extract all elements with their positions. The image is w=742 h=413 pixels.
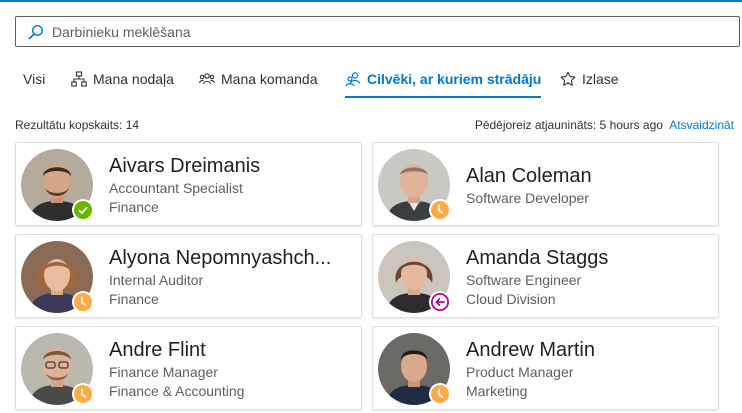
presence-badge: [72, 199, 94, 221]
person-info: Aivars Dreimanis Accountant Specialist F…: [109, 153, 349, 217]
away-status-icon: [74, 293, 92, 311]
org-chart-icon: [71, 71, 87, 87]
out-of-office-status-icon: [431, 293, 449, 311]
person-name: Andre Flint: [109, 339, 206, 361]
person-title: Software Engineer: [466, 272, 582, 288]
top-accent-line: [0, 0, 742, 2]
star-icon: [560, 71, 576, 86]
person-title: Product Manager: [466, 364, 574, 380]
presence-badge: [72, 291, 94, 313]
person-card[interactable]: Alan Coleman Software Developer: [372, 142, 719, 226]
away-status-icon: [431, 385, 449, 403]
tab-label: Mana komanda: [221, 71, 318, 87]
search-input[interactable]: [52, 22, 712, 42]
presence-badge: [429, 291, 451, 313]
person-info: Alyona Nepomnyashch... Internal Auditor …: [109, 245, 349, 309]
avatar: [378, 149, 451, 221]
person-department: Marketing: [466, 383, 528, 399]
person-card[interactable]: Alyona Nepomnyashch... Internal Auditor …: [15, 234, 362, 318]
person-info: Andre Flint Finance Manager Finance & Ac…: [109, 337, 349, 401]
tab-label: Mana nodaļa: [93, 71, 174, 87]
person-department: Finance & Accounting: [109, 383, 245, 399]
available-status-icon: [74, 201, 92, 219]
avatar: [378, 241, 451, 313]
away-status-icon: [74, 385, 92, 403]
person-card[interactable]: Aivars Dreimanis Accountant Specialist F…: [15, 142, 362, 226]
person-department: Finance: [109, 291, 159, 307]
person-department: Finance: [109, 199, 159, 215]
avatar: [378, 333, 451, 405]
tab-label: Izlase: [582, 71, 619, 87]
person-card[interactable]: Andrew Martin Product Manager Marketing: [372, 326, 719, 410]
presence-badge: [72, 383, 94, 405]
person-card[interactable]: Amanda Staggs Software Engineer Cloud Di…: [372, 234, 719, 318]
tab-all[interactable]: Visi: [23, 64, 45, 94]
avatar: [21, 241, 94, 313]
away-status-icon: [431, 201, 449, 219]
avatar: [21, 333, 94, 405]
tab-favorites[interactable]: Izlase: [560, 64, 619, 94]
person-title: Internal Auditor: [109, 272, 204, 288]
person-title: Finance Manager: [109, 364, 218, 380]
tab-my-team[interactable]: Mana komanda: [199, 64, 318, 94]
last-updated: Pēdējoreiz atjaunināts: 5 hours ago Atsv…: [475, 118, 734, 132]
person-title: Software Developer: [466, 190, 589, 206]
person-department: Cloud Division: [466, 291, 556, 307]
refresh-link[interactable]: Atsvaidzināt: [669, 118, 734, 132]
person-info: Andrew Martin Product Manager Marketing: [466, 337, 706, 401]
last-updated-text: Pēdējoreiz atjaunināts: 5 hours ago: [474, 118, 663, 132]
person-name: Aivars Dreimanis: [109, 155, 261, 177]
presence-badge: [429, 199, 451, 221]
team-icon: [199, 73, 215, 85]
search-icon: [28, 24, 44, 40]
active-tab-indicator: [345, 96, 542, 98]
tab-my-department[interactable]: Mana nodaļa: [71, 64, 174, 94]
presence-badge: [429, 383, 451, 405]
person-info: Alan Coleman Software Developer: [466, 163, 706, 208]
tab-people-i-work-with[interactable]: Cilvēki, ar kuriem strādāju: [345, 64, 542, 98]
tab-label: Cilvēki, ar kuriem strādāju: [367, 71, 542, 87]
person-card[interactable]: Andre Flint Finance Manager Finance & Ac…: [15, 326, 362, 410]
person-name: Amanda Staggs: [466, 247, 609, 269]
results-count: Rezultātu kopskaits: 14: [15, 118, 140, 132]
person-name: Andrew Martin: [466, 339, 595, 361]
person-name: Alyona Nepomnyashch...: [109, 247, 332, 269]
search-box[interactable]: [15, 16, 740, 47]
avatar: [21, 149, 94, 221]
person-info: Amanda Staggs Software Engineer Cloud Di…: [466, 245, 706, 309]
tab-label: Visi: [23, 71, 46, 87]
person-title: Accountant Specialist: [109, 180, 243, 196]
people-icon: [345, 72, 361, 87]
person-name: Alan Coleman: [466, 165, 592, 187]
